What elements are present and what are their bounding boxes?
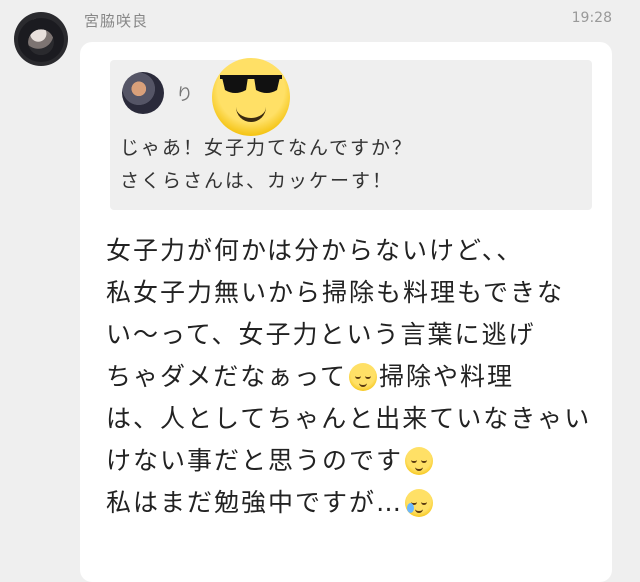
message-timestamp: 19:28 <box>571 10 612 26</box>
message-segment: 私はまだ勉強中ですが… <box>106 488 404 517</box>
message-line: けない事だと思うのです <box>106 440 606 482</box>
quoted-line: じゃあ！女子力てなんですか？ <box>120 137 414 159</box>
message-line: 私女子力無いから掃除も料理もできな <box>106 278 565 307</box>
sunglasses-icon <box>220 75 282 93</box>
quoted-line: さくらさんは、カッケーす！ <box>120 170 394 192</box>
sender-avatar[interactable] <box>14 12 68 66</box>
quoted-text: じゃあ！女子力てなんですか？ さくらさんは、カッケーす！ <box>120 132 580 198</box>
quoted-message[interactable]: り じゃあ！女子力てなんですか？ さくらさんは、カッケーす！ <box>110 58 592 210</box>
relieved-emoji-icon <box>405 447 434 475</box>
message-segment: ちゃダメだなぁって <box>106 362 348 391</box>
message-segment: 掃除や料理 <box>379 362 515 391</box>
message-line: は、人としてちゃんと出来ていなきゃい <box>106 404 592 433</box>
message-line: 女子力が何かは分からないけど、、 <box>106 236 524 265</box>
message-line: ちゃダメだなぁって 掃除や料理 <box>106 356 606 398</box>
sender-name: 宮脇咲良 <box>84 12 149 30</box>
message-bubble[interactable]: り じゃあ！女子力てなんですか？ さくらさんは、カッケーす！ 女子力が何かは分か… <box>80 42 612 582</box>
sweat-emoji-icon <box>405 489 434 517</box>
message-text: 女子力が何かは分からないけど、、 私女子力無いから掃除も料理もできな い〜って、… <box>106 230 606 524</box>
message-segment: けない事だと思うのです <box>106 446 404 475</box>
message-line: 私はまだ勉強中ですが… <box>106 482 606 524</box>
message-line: い〜って、女子力という言葉に逃げ <box>106 320 536 349</box>
sunglasses-emoji-icon <box>212 58 290 136</box>
quoted-user-name: り <box>176 85 193 105</box>
quoted-user-avatar <box>122 72 164 114</box>
relieved-emoji-icon <box>349 363 378 391</box>
